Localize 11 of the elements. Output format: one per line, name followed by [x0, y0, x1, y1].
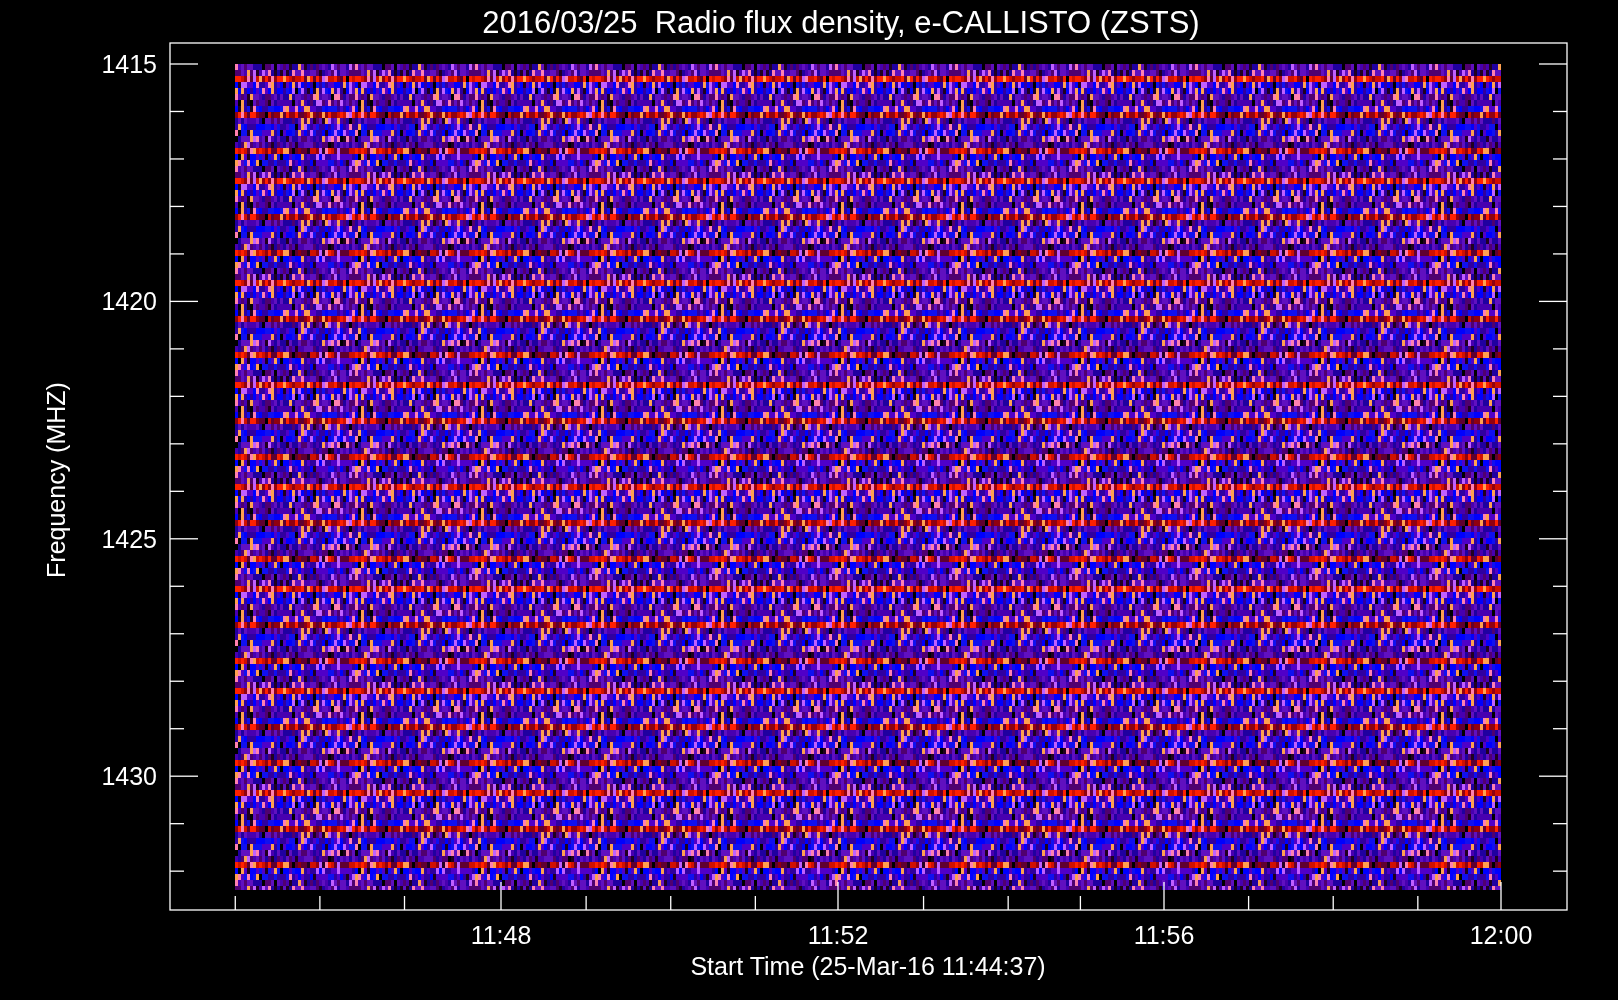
- tick-label: 1420: [101, 287, 157, 316]
- tick-label: 11:56: [1133, 921, 1195, 949]
- tick-label: 11:52: [807, 921, 869, 949]
- tick-label: 1425: [101, 524, 157, 553]
- tick-label: 1430: [101, 762, 157, 791]
- tick-label: 1415: [101, 50, 157, 78]
- chart-title: 2016/03/25 Radio flux density, e-CALLISTO (ZSTS): [482, 5, 1200, 40]
- axis-label: Start Time (25-Mar-16 11:44:37): [690, 952, 1046, 980]
- axis-label: Frequency (MHZ): [42, 382, 70, 578]
- tick-label: 12:00: [1469, 921, 1533, 949]
- tick-label: 11:48: [470, 921, 532, 949]
